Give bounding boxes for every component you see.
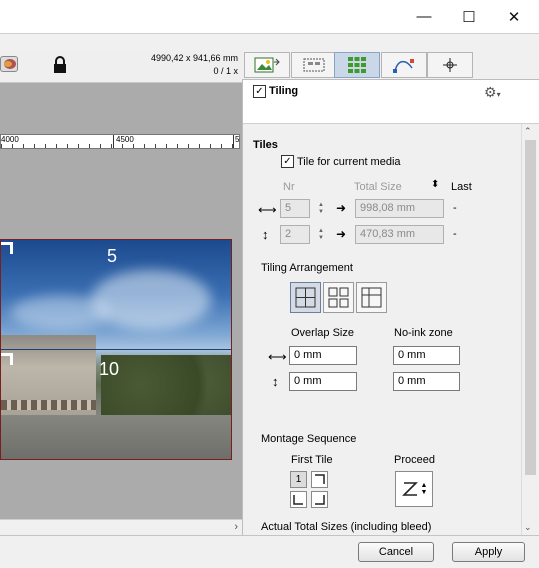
horizontal-last-value: - [453,202,457,214]
maximize-icon: ☐ [462,8,476,26]
actual-sizes-heading: Actual Total Sizes (including bleed) [261,521,432,533]
tab-layout[interactable] [291,52,337,78]
horizontal-arrow-icon: ⟷ [258,202,277,217]
close-icon: ✕ [507,8,521,26]
tile-number: 5 [107,246,118,266]
vertical-arrow-icon: ↕ [262,227,269,242]
arrangement-even-button[interactable] [290,282,321,313]
horizontal-total-size-field[interactable]: 998,08 mm [355,199,444,218]
col-total-size-label: Total Size [354,181,402,193]
noink-vertical-input[interactable]: 0 mm [393,372,460,391]
first-tile-bottom-right[interactable] [311,491,328,508]
grid-split-icon [328,287,349,308]
cancel-button[interactable]: Cancel [358,542,434,562]
arrangement-heading: Tiling Arrangement [261,262,353,274]
tile-number: 10 [99,359,120,379]
tile-corner-mark [1,353,13,365]
noink-zone-label: No-ink zone [394,327,453,339]
first-tile-label: First Tile [291,454,333,466]
ruler: 4000 4500 5 [0,134,240,149]
col-last-label: Last [451,181,472,193]
title-divider [0,33,539,34]
panel-title: Tiling [269,85,299,97]
overlap-horizontal-input[interactable]: 0 mm [289,346,357,365]
preview-info-bar: 4990,42 x 941,66 mm 0 / 1 x [0,50,242,83]
chevron-updown-icon: ▲ ▼ [420,482,428,496]
minimize-icon: — [416,8,432,25]
lock-icon[interactable] [53,56,67,77]
overlap-size-label: Overlap Size [291,327,354,339]
tile-for-media-checkbox[interactable]: ✓ [281,155,294,168]
first-tile-top-right[interactable] [311,471,328,488]
tile-corner-mark [1,242,13,254]
minimize-button[interactable]: — [401,0,447,33]
document-dimensions: 4990,42 x 941,66 mm [150,53,238,63]
horizontal-tiles-input[interactable]: 5 [280,199,310,218]
tab-path-edit[interactable] [381,52,427,78]
gear-icon[interactable]: ⚙▾ [484,84,501,101]
vertical-last-value: - [453,228,457,240]
tile-for-media-label: Tile for current media [297,156,401,168]
grid-2x2-icon [295,287,316,308]
view-mode-icon[interactable] [0,56,18,72]
ruler-tick-label: 5 [235,135,240,144]
montage-sequence-heading: Montage Sequence [261,433,357,445]
horizontal-scrollbar[interactable]: › [0,519,242,535]
proceed-label: Proceed [394,454,435,466]
path-edit-icon [393,59,414,73]
first-tile-selected-label: 1 [295,474,302,485]
ruler-tick-label: 4500 [116,135,134,144]
tab-tiling[interactable] [334,52,380,78]
layout-icon [303,58,325,72]
horizontal-arrow-icon: ⟷ [268,349,287,364]
horizontal-tiles-stepper[interactable]: ▲ ▼ [315,199,327,218]
arrow-right-icon: ➜ [336,227,347,241]
tile-boundary [1,349,231,350]
crosshair-icon [443,58,457,72]
page-counter: 0 / 1 x [213,66,238,76]
tab-crosshair[interactable] [427,52,473,78]
tab-image-placement[interactable] [244,52,290,78]
scroll-up-icon[interactable]: ⌃ [524,126,532,137]
panel-vertical-scrollbar[interactable]: ⌃ ⌄ [521,124,538,535]
ruler-tick-label: 4000 [1,135,19,144]
scrollbar-thumb[interactable] [525,140,536,475]
proceed-dropdown[interactable]: ▲ ▼ [395,471,433,507]
arrangement-offset-button[interactable] [356,282,387,313]
apply-button[interactable]: Apply [452,542,525,562]
first-tile-top-left[interactable]: 1 [290,471,307,488]
sort-toggle-icon[interactable]: ⬍ [431,179,439,190]
arrow-right-icon: ➜ [336,201,347,215]
vertical-tiles-input[interactable]: 2 [280,225,310,244]
scroll-down-icon[interactable]: ⌄ [524,522,532,533]
maximize-button[interactable]: ☐ [446,0,492,33]
close-button[interactable]: ✕ [491,0,537,33]
z-order-icon [401,482,418,496]
overlap-vertical-input[interactable]: 0 mm [289,372,357,391]
col-nr-label: Nr [283,181,295,193]
tiled-image-preview[interactable]: 5 10 [0,239,232,460]
vertical-total-size-field[interactable]: 470,83 mm [355,225,444,244]
vertical-arrow-icon: ↕ [272,374,279,389]
tiling-grid-icon [348,57,366,73]
first-tile-bottom-left[interactable] [290,491,307,508]
vertical-tiles-stepper[interactable]: ▲ ▼ [315,225,327,244]
tiling-checkbox[interactable]: ✓ [253,85,266,98]
arrangement-centered-button[interactable] [323,282,354,313]
noink-horizontal-input[interactable]: 0 mm [393,346,460,365]
scroll-right-icon[interactable]: › [234,521,238,533]
grid-offset-icon [361,287,382,308]
image-placement-icon [254,57,280,73]
tiles-heading: Tiles [253,139,278,151]
